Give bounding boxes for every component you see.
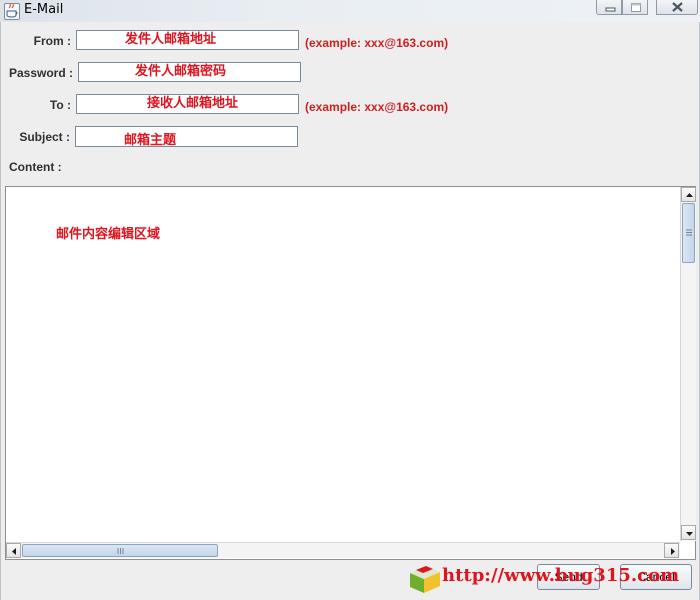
- to-hint: (example: xxx@163.com): [305, 100, 449, 114]
- horizontal-scrollbar[interactable]: [6, 542, 680, 558]
- content-placeholder-text: 邮件内容编辑区域: [56, 227, 161, 242]
- scroll-down-arrow-icon[interactable]: [681, 525, 696, 540]
- to-label: To :: [49, 98, 71, 112]
- password-field[interactable]: 发件人邮箱密码: [78, 62, 301, 82]
- close-icon: [672, 2, 683, 12]
- cancel-button[interactable]: Cancel: [620, 564, 692, 590]
- scroll-right-arrow-icon[interactable]: [664, 543, 679, 558]
- maximize-button[interactable]: [622, 0, 648, 15]
- email-form-panel: From : 发件人邮箱地址 (example: xxx@163.com) Pa…: [0, 22, 700, 600]
- window-title: E-Mail: [24, 2, 64, 17]
- from-label: From :: [33, 34, 71, 48]
- minimize-button[interactable]: [596, 0, 622, 15]
- send-button[interactable]: Send: [537, 564, 600, 590]
- vertical-scrollbar[interactable]: [680, 187, 696, 541]
- minimize-icon: [605, 7, 616, 12]
- content-label: Content :: [9, 160, 62, 174]
- close-button[interactable]: [656, 0, 698, 15]
- subject-label: Subject :: [19, 130, 70, 144]
- to-field[interactable]: 接收人邮箱地址: [76, 94, 299, 114]
- content-textarea[interactable]: 邮件内容编辑区域: [5, 186, 696, 560]
- subject-field[interactable]: 邮箱主题: [75, 126, 298, 147]
- vertical-scroll-thumb[interactable]: [682, 203, 695, 263]
- horizontal-scroll-thumb[interactable]: [22, 544, 218, 557]
- maximize-icon: [631, 3, 641, 12]
- cube-logo-icon: [410, 566, 440, 593]
- from-hint: (example: xxx@163.com): [305, 36, 449, 50]
- title-bar: E-Mail: [0, 0, 700, 22]
- scroll-left-arrow-icon[interactable]: [6, 543, 21, 558]
- from-field[interactable]: 发件人邮箱地址: [76, 30, 299, 50]
- password-label: Password :: [8, 66, 73, 80]
- scroll-up-arrow-icon[interactable]: [681, 187, 696, 202]
- java-cup-icon: [4, 3, 20, 20]
